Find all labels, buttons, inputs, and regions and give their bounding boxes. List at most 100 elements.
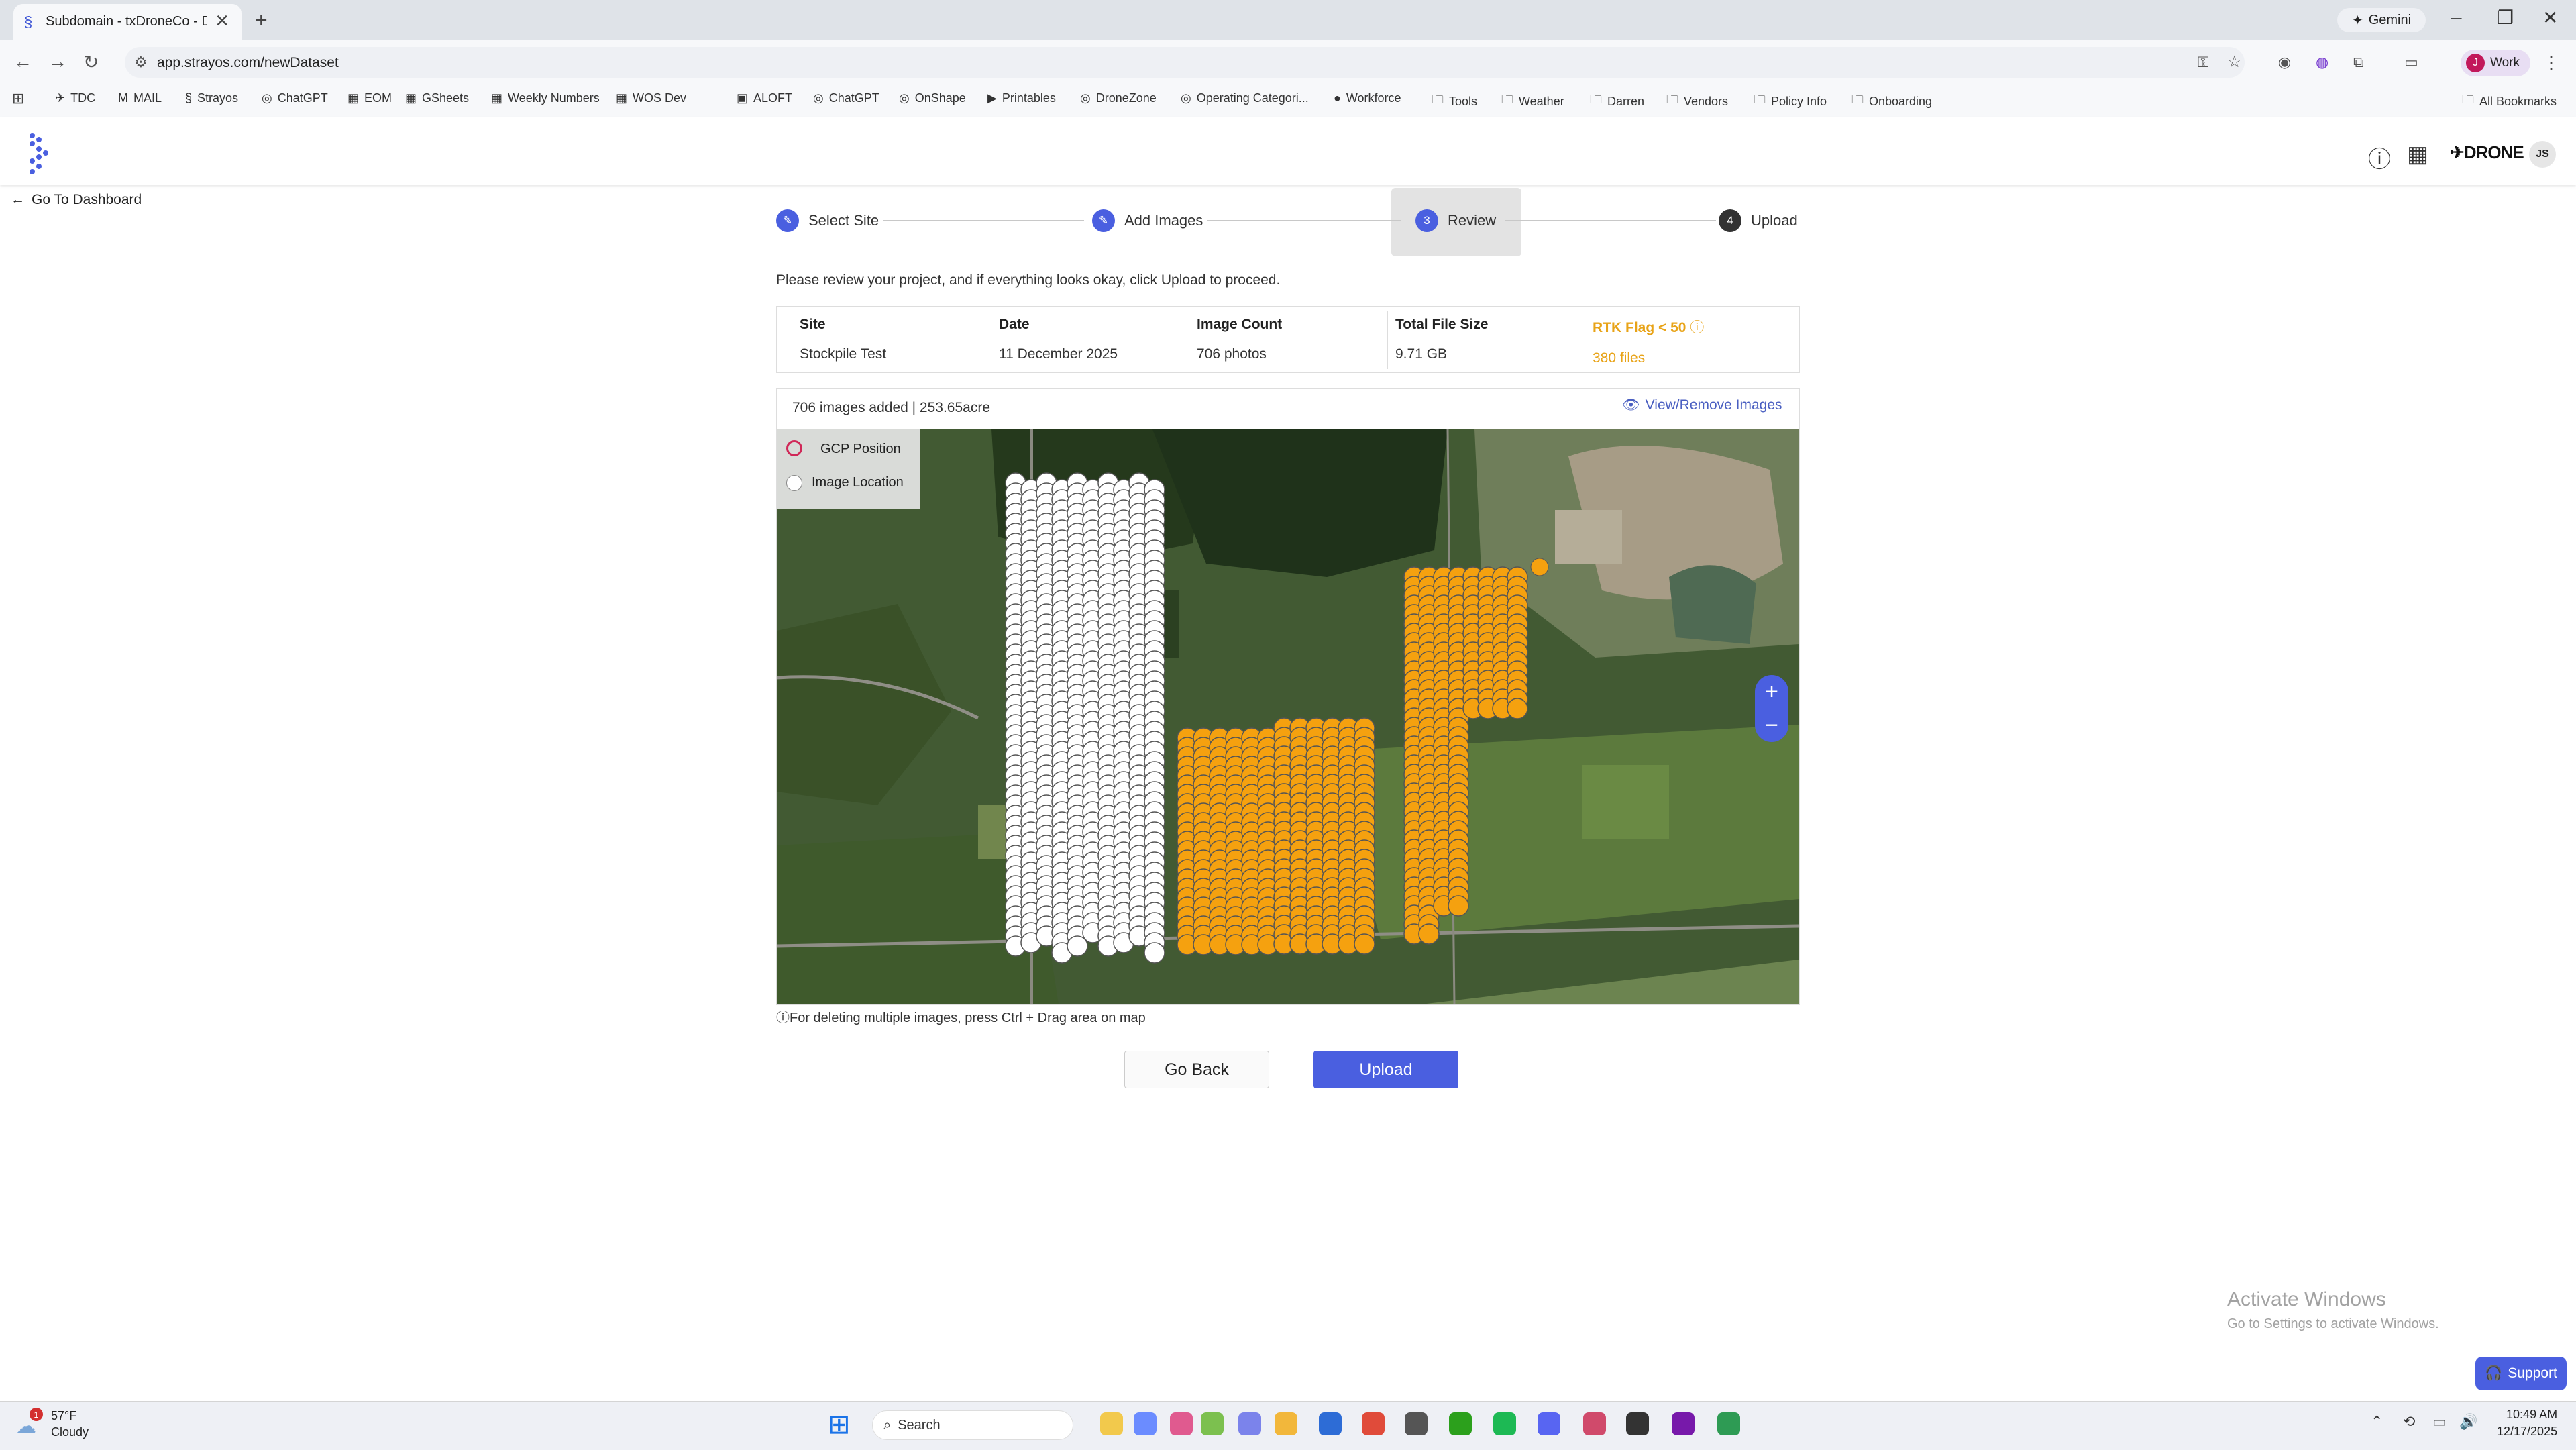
apps-grid-icon[interactable]: ▦ xyxy=(2407,141,2428,168)
bookmark-item[interactable]: ▣ ALOFT xyxy=(737,91,792,105)
gemini-button[interactable]: ✦ Gemini xyxy=(2337,8,2426,32)
file-explorer-icon[interactable] xyxy=(1100,1412,1123,1435)
calculator-icon[interactable] xyxy=(1405,1412,1428,1435)
back-arrow-icon[interactable]: ← xyxy=(13,51,32,72)
image-location-marker[interactable] xyxy=(1418,923,1440,945)
all-bookmarks-button[interactable]: 🗀 All Bookmarks xyxy=(2462,91,2557,111)
zoom-in-button[interactable]: + xyxy=(1755,675,1788,709)
bookmark-item[interactable]: ◎ OnShape xyxy=(899,91,966,105)
tray-chevron-icon[interactable]: ⌃ xyxy=(2371,1413,2383,1431)
restore-icon[interactable]: ❐ xyxy=(2497,7,2514,29)
upload-button[interactable]: Upload xyxy=(1313,1051,1458,1088)
bookmark-item[interactable]: 🗀 Weather xyxy=(1501,91,1564,111)
zoom-out-button[interactable]: − xyxy=(1755,709,1788,742)
tab-close-icon[interactable]: ✕ xyxy=(215,11,229,32)
bookmark-item[interactable]: ▦ EOM xyxy=(347,91,392,105)
map-tip: ⓘFor deleting multiple images, press Ctr… xyxy=(776,1006,1146,1026)
taskbar-search[interactable]: ⌕ Search xyxy=(872,1410,1073,1440)
bookmark-item[interactable]: ◎ Operating Categori... xyxy=(1181,91,1309,105)
strayos-logo[interactable] xyxy=(23,132,56,182)
chrome-work-icon[interactable] xyxy=(1717,1412,1740,1435)
info-circle-icon[interactable]: ⓘ xyxy=(1690,320,1704,335)
step-review[interactable]: 3 Review xyxy=(1415,209,1496,232)
bookmark-item[interactable]: ◎ DroneZone xyxy=(1080,91,1157,105)
satellite-map[interactable] xyxy=(777,429,1799,1004)
bookmark-star-icon[interactable]: ☆ xyxy=(2227,52,2242,72)
bookmark-item[interactable]: ◎ ChatGPT xyxy=(262,91,328,105)
image-location-marker[interactable] xyxy=(1530,558,1549,576)
rtk-flag-value[interactable]: 380 files xyxy=(1593,350,1787,366)
system-clock[interactable]: 10:49 AM 12/17/2025 xyxy=(2497,1408,2557,1439)
store-icon[interactable] xyxy=(1319,1412,1342,1435)
bookmark-item[interactable]: ▦ WOS Dev xyxy=(616,91,686,105)
bookmark-item[interactable]: M MAIL xyxy=(118,91,162,105)
excel-icon[interactable] xyxy=(1201,1412,1224,1435)
activate-windows-title: Activate Windows xyxy=(2227,1288,2386,1310)
bookmark-item[interactable]: § Strayos xyxy=(185,91,238,105)
summary-rtk-flag[interactable]: RTK Flag < 50 ⓘ 380 files xyxy=(1593,317,1787,366)
tray-network-icon[interactable]: ⟲ xyxy=(2403,1413,2415,1431)
app-header xyxy=(0,117,2576,185)
onenote-icon[interactable] xyxy=(1672,1412,1695,1435)
minimize-icon[interactable]: – xyxy=(2451,7,2462,28)
side-panel-icon[interactable]: ▭ xyxy=(2404,54,2418,71)
new-tab-button[interactable]: + xyxy=(255,8,268,33)
bookmark-icon: ▶ xyxy=(987,91,997,105)
image-location-marker[interactable] xyxy=(1507,698,1528,719)
password-key-icon[interactable]: ⚿ xyxy=(2198,54,2209,71)
bookmark-item[interactable]: 🗀 Policy Info xyxy=(1754,91,1827,111)
image-location-marker[interactable] xyxy=(1354,933,1375,955)
windows-start-icon[interactable]: ⊞ xyxy=(828,1409,851,1440)
bookmark-item[interactable]: ● Workforce xyxy=(1334,91,1401,105)
photos-icon[interactable] xyxy=(1170,1412,1193,1435)
profile-button[interactable]: J Work xyxy=(2461,50,2530,76)
window-close-icon[interactable]: ✕ xyxy=(2542,7,2558,29)
step-upload[interactable]: 4 Upload xyxy=(1719,209,1798,232)
image-location-marker[interactable] xyxy=(1448,895,1469,917)
image-location-marker[interactable] xyxy=(1144,942,1165,964)
discord-icon[interactable] xyxy=(1538,1412,1560,1435)
chrome-profile-icon[interactable] xyxy=(1583,1412,1606,1435)
spotify-icon[interactable] xyxy=(1493,1412,1516,1435)
go-to-dashboard-link[interactable]: ← Go To Dashboard xyxy=(11,192,142,208)
copilot-icon[interactable] xyxy=(1134,1412,1157,1435)
step-add-images[interactable]: ✎ Add Images xyxy=(1092,209,1203,232)
step-select-site[interactable]: ✎ Select Site xyxy=(776,209,879,232)
date-header: Date xyxy=(999,317,1030,332)
extensions-puzzle-icon[interactable]: ⧉ xyxy=(2353,54,2364,71)
company-logo[interactable]: ✈DRONE xyxy=(2450,142,2524,163)
apps-grid-icon[interactable]: ⊞ xyxy=(12,90,24,107)
extension-icon[interactable]: ◉ xyxy=(2278,54,2291,71)
go-back-button[interactable]: Go Back xyxy=(1124,1051,1269,1088)
bookmark-item[interactable]: ✈ TDC xyxy=(55,91,95,105)
support-button[interactable]: 🎧 Support xyxy=(2475,1357,2567,1390)
url-text[interactable]: app.strayos.com/newDataset xyxy=(157,55,339,71)
bookmark-item[interactable]: ▶ Printables xyxy=(987,91,1056,105)
browser-tab[interactable]: § Subdomain - txDroneCo - Dem ✕ xyxy=(13,4,241,40)
file-size-header: Total File Size xyxy=(1395,317,1489,332)
forward-arrow-icon[interactable]: → xyxy=(48,51,67,72)
quickbooks-icon[interactable] xyxy=(1449,1412,1472,1435)
tray-monitor-icon[interactable]: ▭ xyxy=(2432,1413,2447,1431)
browser-menu-icon[interactable]: ⋮ xyxy=(2542,52,2560,73)
bookmark-item[interactable]: ◎ ChatGPT xyxy=(813,91,879,105)
wifi-app-icon[interactable] xyxy=(1626,1412,1649,1435)
reload-icon[interactable]: ↻ xyxy=(83,51,99,73)
tray-volume-icon[interactable]: 🔊 xyxy=(2459,1413,2477,1431)
site-settings-icon[interactable]: ⚙ xyxy=(134,54,148,71)
url-bar[interactable] xyxy=(125,47,2245,78)
bookmark-item[interactable]: 🗀 Vendors xyxy=(1666,91,1728,111)
bookmark-item[interactable]: 🗀 Onboarding xyxy=(1851,91,1932,111)
bookmark-icon: ▦ xyxy=(347,91,360,105)
user-avatar[interactable]: JS xyxy=(2529,141,2556,168)
bookmark-item[interactable]: ▦ GSheets xyxy=(405,91,469,105)
extension-2-icon[interactable]: ◍ xyxy=(2316,54,2328,71)
chrome-icon[interactable] xyxy=(1362,1412,1385,1435)
help-icon[interactable]: ⓘ xyxy=(2368,141,2391,174)
teams-icon[interactable] xyxy=(1238,1412,1261,1435)
bookmark-item[interactable]: 🗀 Tools xyxy=(1432,91,1477,111)
bookmark-item[interactable]: ▦ Weekly Numbers xyxy=(491,91,600,105)
bookmark-item[interactable]: 🗀 Darren xyxy=(1590,91,1644,111)
view-remove-images-link[interactable]: 👁 View/Remove Images xyxy=(1622,397,1782,413)
folder-icon[interactable] xyxy=(1275,1412,1297,1435)
